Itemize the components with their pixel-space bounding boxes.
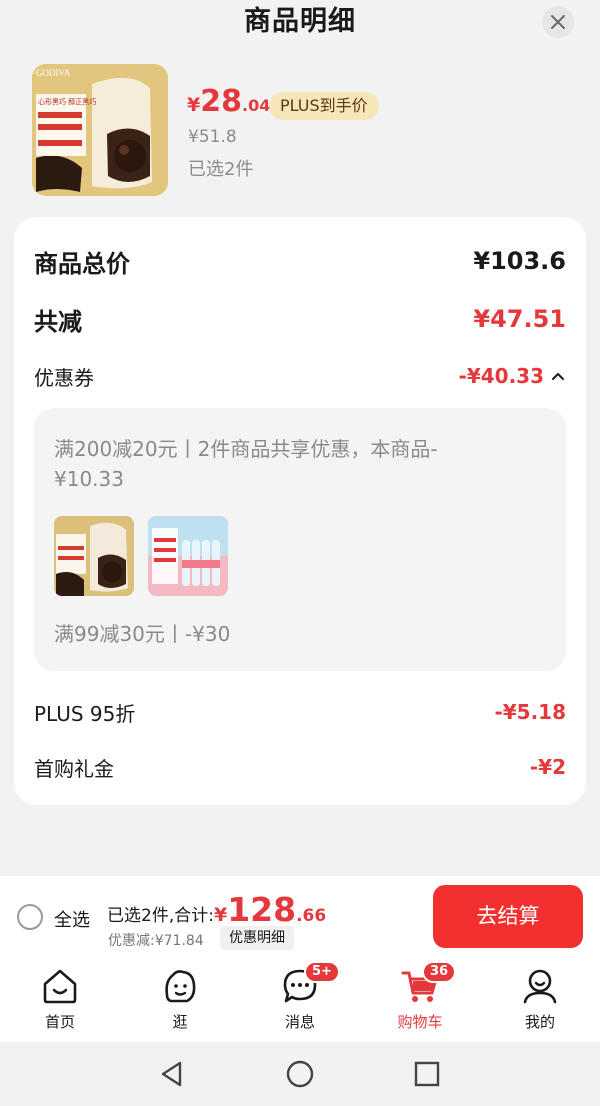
price-currency: ¥ xyxy=(187,94,201,116)
coupon-value: -¥40.33 xyxy=(458,364,544,388)
page-title: 商品明细 xyxy=(244,6,356,37)
first-purchase-value: -¥2 xyxy=(529,755,566,779)
price-integer: 28 xyxy=(200,84,242,119)
tab-messages-label: 消息 xyxy=(284,1013,315,1031)
first-purchase-label: 首购礼金 xyxy=(34,756,114,781)
order-total: 已选2件,合计: ¥ 128 .66 xyxy=(107,890,326,929)
product-price: ¥ 28 .04 xyxy=(187,84,270,124)
coupon-value-wrap: -¥40.33 xyxy=(459,364,566,388)
sheet-header: 商品明细 xyxy=(0,0,600,44)
tab-home-label: 首页 xyxy=(44,1013,75,1031)
total-reduce-label: 共减 xyxy=(34,307,82,336)
checkout-button[interactable]: 去结算 xyxy=(433,885,583,948)
tab-profile[interactable]: 我的 xyxy=(480,958,600,1042)
select-all-radio[interactable] xyxy=(17,904,43,930)
total-decimal: .66 xyxy=(296,906,327,926)
product-image-caption: 心形黑巧 醇正黑巧 xyxy=(38,97,96,106)
coupon-product-thumb[interactable] xyxy=(148,516,228,596)
tab-cart[interactable]: 36 购物车 xyxy=(360,958,480,1042)
tab-messages[interactable]: 5+ 消息 xyxy=(240,958,360,1042)
original-price: ¥51.8 xyxy=(188,127,237,147)
plus-discount-row: PLUS 95折 -¥5.18 xyxy=(34,695,566,729)
coupon-detail-1: 满200减20元丨2件商品共享优惠，本商品-¥10.33 xyxy=(54,437,438,491)
recents-square-icon[interactable] xyxy=(411,1058,443,1090)
checkout-bar: 全选 已选2件,合计: ¥ 128 .66 优惠减:¥71.84 优惠明细 去结… xyxy=(0,876,600,958)
total-reduce-value: ¥47.51 xyxy=(473,305,566,333)
home-icon xyxy=(43,969,77,1004)
chocolate-thumb-image xyxy=(54,516,134,596)
selected-count: 已选2件 xyxy=(188,159,254,180)
total-price-label: 商品总价 xyxy=(34,249,130,278)
tab-home[interactable]: 首页 xyxy=(0,958,120,1042)
chocolate-product-image: GODIVA 心形黑巧 醇正黑巧 xyxy=(32,64,168,196)
price-summary-card: 商品总价 ¥103.6 共减 ¥47.51 优惠券 -¥40.33 满200减2… xyxy=(14,217,586,805)
coupon-detail-2: 满99减30元丨-¥30 xyxy=(54,622,231,646)
bottom-tab-bar: 首页 逛 5+ 消息 36 购物车 我的 xyxy=(0,958,600,1042)
select-all-label[interactable]: 全选 xyxy=(54,906,90,932)
tab-cart-label: 购物车 xyxy=(397,1013,443,1031)
browse-icon xyxy=(165,970,196,1003)
total-reduce-row: 共减 ¥47.51 xyxy=(34,299,566,339)
tab-browse-label: 逛 xyxy=(172,1013,188,1031)
tab-browse[interactable]: 逛 xyxy=(120,958,240,1042)
plus-discount-value: -¥5.18 xyxy=(494,700,566,724)
message-badge: 5+ xyxy=(304,961,340,983)
back-triangle-icon[interactable] xyxy=(156,1058,188,1090)
total-integer: 128 xyxy=(227,890,297,929)
product-image-brand: GODIVA xyxy=(36,68,71,78)
coupon-label: 优惠券 xyxy=(34,365,94,390)
plus-discount-label: PLUS 95折 xyxy=(34,701,136,726)
system-navigation-bar xyxy=(0,1042,600,1106)
total-price-row: 商品总价 ¥103.6 xyxy=(34,241,566,281)
tab-profile-label: 我的 xyxy=(524,1013,555,1031)
product-detail-sheet: 商品明细 GODIVA 心形黑巧 醇正黑巧 ¥ 28 .04 PLUS到手价 ¥… xyxy=(0,0,600,872)
total-price-value: ¥103.6 xyxy=(473,247,566,275)
water-bottles-thumb-image xyxy=(148,516,228,596)
home-circle-icon[interactable] xyxy=(284,1058,316,1090)
coupon-row[interactable]: 优惠券 -¥40.33 xyxy=(34,359,566,393)
profile-icon xyxy=(523,969,557,1004)
close-icon xyxy=(551,15,565,29)
chevron-up-icon[interactable] xyxy=(550,368,566,384)
price-decimal: .04 xyxy=(241,96,271,115)
first-purchase-row: 首购礼金 -¥2 xyxy=(34,750,566,784)
discount-detail-button[interactable]: 优惠明细 xyxy=(220,926,294,950)
cart-badge: 36 xyxy=(422,961,457,983)
selected-total-label: 已选2件,合计: xyxy=(107,906,214,926)
close-button[interactable] xyxy=(542,6,574,38)
discount-amount: 优惠减:¥71.84 xyxy=(108,933,204,949)
coupon-detail-box: 满200减20元丨2件商品共享优惠，本商品-¥10.33 满99减30元丨-¥3… xyxy=(34,408,566,671)
total-currency: ¥ xyxy=(213,904,228,926)
coupon-product-thumb[interactable] xyxy=(54,516,134,596)
plus-price-tag: PLUS到手价 xyxy=(269,92,379,120)
product-image[interactable]: GODIVA 心形黑巧 醇正黑巧 xyxy=(32,64,168,196)
